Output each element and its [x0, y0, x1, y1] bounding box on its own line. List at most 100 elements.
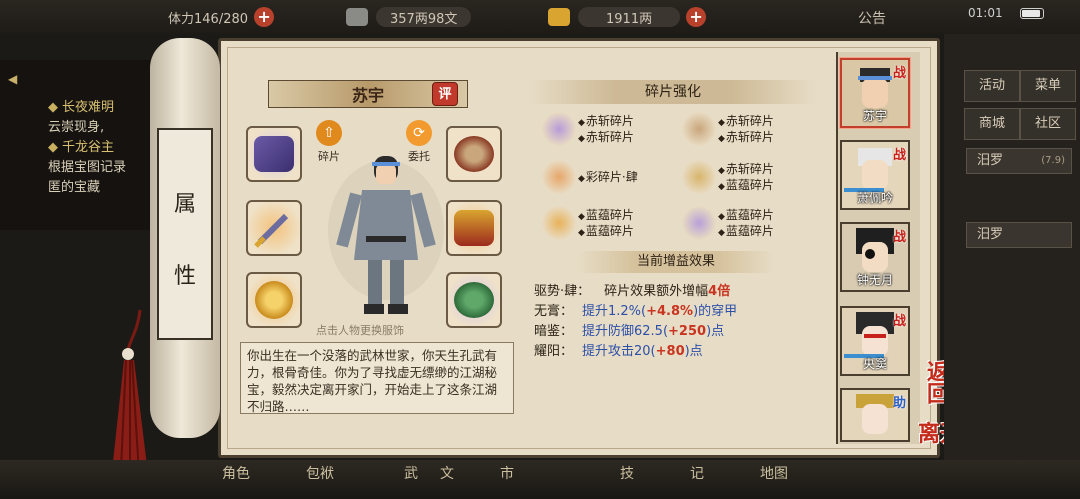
silver-value: 357两98文: [376, 7, 472, 27]
gold-value: 1911两: [578, 7, 681, 27]
equip-slot-ring[interactable]: [246, 272, 302, 328]
silver-display: 357两98文: [346, 6, 472, 28]
portrait-name: 央窦: [862, 357, 887, 371]
bottom-item-text[interactable]: 文: [440, 463, 454, 483]
tab-char-2: 性: [173, 264, 196, 289]
costume-hint: 点击人物更换服饰: [316, 324, 404, 337]
fragment-5-line2: 蓝蕴碎片: [578, 222, 634, 239]
notice-button[interactable]: 公告: [858, 8, 886, 28]
portrait-yangdou[interactable]: 战 央窦: [840, 306, 910, 376]
gold-display: 1911两 +: [548, 6, 707, 28]
bottom-item-market[interactable]: 市: [500, 463, 514, 483]
portrait-suyu[interactable]: 战 苏宇: [840, 58, 910, 128]
quest-desc-2b: 匿的宝藏: [48, 180, 101, 195]
equip-slot-hat[interactable]: [446, 126, 502, 182]
rate-button[interactable]: 评: [432, 82, 458, 106]
equip-slot-bracer[interactable]: [246, 126, 302, 182]
character-figure[interactable]: [326, 150, 446, 320]
hat-fragment-icon: [682, 112, 716, 146]
quest-desc-2: 根据宝图记录: [48, 160, 127, 175]
bottom-item-map[interactable]: 地图: [760, 463, 788, 483]
helper-tag: 助: [892, 396, 906, 411]
fragment-slot-2[interactable]: 赤斩碎片 赤斩碎片: [670, 110, 810, 150]
fragment-2-line1: 赤斩碎片: [718, 112, 774, 129]
buff-row-4: 耀阳： 提升攻击20(+80)点: [534, 344, 703, 359]
quest-title-2[interactable]: ◆ 千龙谷主: [48, 136, 114, 155]
fragment-2-line2: 赤斩碎片: [718, 128, 774, 145]
activity-button[interactable]: 活动: [964, 70, 1020, 102]
battle-tag: 战: [892, 148, 906, 163]
add-stamina-button[interactable]: +: [254, 7, 275, 27]
dagger-item-icon: [254, 213, 289, 248]
buff-row-2: 无膏： 提升1.2%(+4.8%)的穿甲: [534, 304, 738, 319]
arrow-up-icon: ⇧: [316, 120, 342, 146]
stamina-value: 体力146/280: [168, 11, 249, 27]
menu-button[interactable]: 菜单: [1020, 70, 1076, 102]
ring-item-icon: [255, 281, 293, 319]
bottom-item-role[interactable]: 角色: [222, 463, 250, 483]
tab-char-1: 属: [173, 192, 196, 217]
fragment-4-line2: 蓝蕴碎片: [718, 176, 774, 193]
quest-desc-1: 云崇现身,: [48, 120, 105, 135]
battery-icon: [1020, 8, 1044, 19]
silver-icon: [346, 8, 368, 26]
quest-title-1[interactable]: ◆ 长夜难明: [48, 96, 114, 115]
community-button[interactable]: 社区: [1020, 108, 1076, 140]
fragment-slot-3[interactable]: 彩碎片·肆: [530, 158, 670, 198]
buff-row-1: 驱势·肆： 碎片效果额外增幅4倍: [534, 284, 731, 299]
bottom-nav-bar: [0, 460, 1080, 499]
armor-item-icon: [454, 210, 494, 246]
top-status-bar: [0, 0, 1080, 34]
portrait-name: 钟无月: [856, 273, 893, 287]
fragment-3-line1: 彩碎片·肆: [578, 168, 638, 185]
location-row-2[interactable]: 汨罗: [966, 222, 1072, 248]
bottom-item-journal[interactable]: 记: [690, 463, 704, 483]
fragment-slot-5[interactable]: 蓝蕴碎片 蓝蕴碎片: [530, 204, 670, 244]
battle-tag: 战: [892, 66, 906, 81]
portrait-xiaopeiyin[interactable]: 战 萧佩吟: [840, 140, 910, 210]
fragment-1-line2: 赤斩碎片: [578, 128, 634, 145]
buff-row-3: 暗鉴： 提升防御62.5(+250)点: [534, 324, 725, 339]
ring-fragment-icon: [542, 206, 576, 240]
fragment-6-line2: 蓝蕴碎片: [718, 222, 774, 239]
location-row[interactable]: 汨罗 (7.9): [966, 148, 1072, 174]
portrait-helper[interactable]: 助: [840, 388, 910, 442]
jade-item-icon: [454, 282, 494, 318]
right-menu-panel: [944, 34, 1080, 499]
fragment-1-line1: 赤斩碎片: [578, 112, 634, 129]
stamina-display: 体力146/280 +: [168, 6, 275, 28]
gold-ingot-icon: [548, 8, 570, 26]
bracer-item-icon: [254, 136, 294, 172]
dagger-fragment-icon: [542, 160, 576, 194]
equip-slot-weapon[interactable]: [246, 200, 302, 256]
bottom-item-bag[interactable]: 包袱: [306, 463, 334, 483]
fragment-5-line1: 蓝蕴碎片: [578, 206, 634, 223]
collapse-arrow-icon[interactable]: ◀: [8, 72, 17, 86]
fragments-heading: 碎片强化: [528, 80, 818, 104]
fragment-4-line1: 赤斩碎片: [718, 160, 774, 177]
bottom-item-martial[interactable]: 武: [404, 463, 418, 483]
battle-tag: 战: [892, 314, 906, 329]
fragment-slot-1[interactable]: 赤斩碎片 赤斩碎片: [530, 110, 670, 150]
equip-slot-accessory[interactable]: [446, 272, 502, 328]
hat-item-icon: [454, 136, 494, 172]
character-bio: 你出生在一个没落的武林世家，你天生孔武有力，根骨奇佳。你为了寻找虚无缥缈的江湖秘…: [240, 342, 514, 414]
attribute-tab[interactable]: 属 性: [157, 128, 213, 340]
buffs-heading: 当前增益效果: [576, 251, 776, 273]
add-gold-button[interactable]: +: [686, 7, 707, 27]
refresh-icon: ⟳: [406, 120, 432, 146]
bottom-item-skill[interactable]: 技: [620, 463, 634, 483]
fragment-slot-6[interactable]: 蓝蕴碎片 蓝蕴碎片: [670, 204, 810, 244]
equip-slot-armor[interactable]: [446, 200, 502, 256]
jade-fragment-icon: [682, 206, 716, 240]
shop-button[interactable]: 商城: [964, 108, 1020, 140]
bracer-fragment-icon: [542, 112, 576, 146]
portrait-name: 苏宇: [862, 109, 887, 123]
portrait-name: 萧佩吟: [856, 191, 893, 205]
armor-fragment-icon: [682, 160, 716, 194]
fragment-slot-4[interactable]: 赤斩碎片 蓝蕴碎片: [670, 158, 810, 198]
portrait-zhongwuyue[interactable]: 战 钟无月: [840, 222, 910, 292]
character-name: 苏宇: [351, 86, 384, 105]
fragment-6-line1: 蓝蕴碎片: [718, 206, 774, 223]
clock: 01:01: [968, 6, 1003, 20]
